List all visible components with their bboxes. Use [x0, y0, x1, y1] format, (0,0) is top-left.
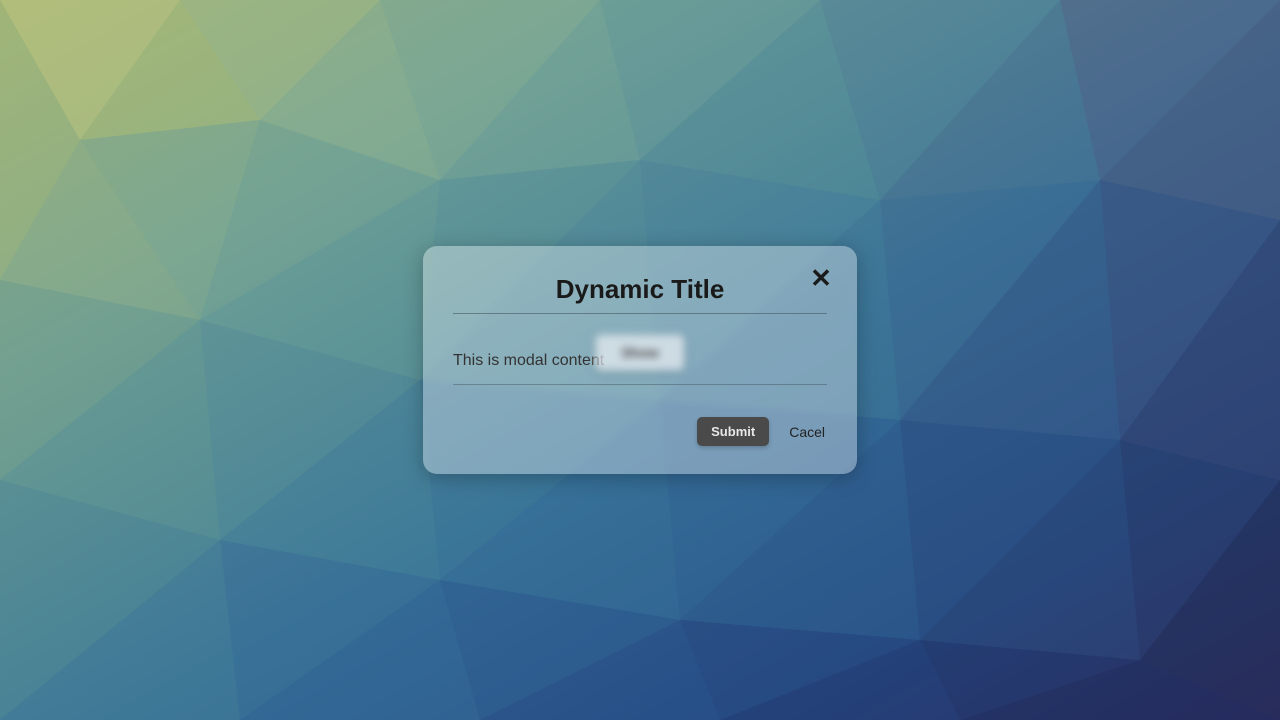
modal-title: Dynamic Title — [453, 274, 827, 305]
close-icon[interactable]: ✕ — [809, 266, 833, 290]
modal-header: Dynamic Title ✕ — [453, 274, 827, 314]
submit-button[interactable]: Submit — [697, 417, 769, 446]
cancel-button[interactable]: Cacel — [787, 418, 827, 446]
show-button-blurred[interactable]: Show — [595, 335, 684, 371]
modal-body: This is modal content Show — [453, 314, 827, 385]
modal-dialog: Dynamic Title ✕ This is modal content Sh… — [423, 246, 857, 474]
modal-footer: Submit Cacel — [453, 385, 827, 446]
